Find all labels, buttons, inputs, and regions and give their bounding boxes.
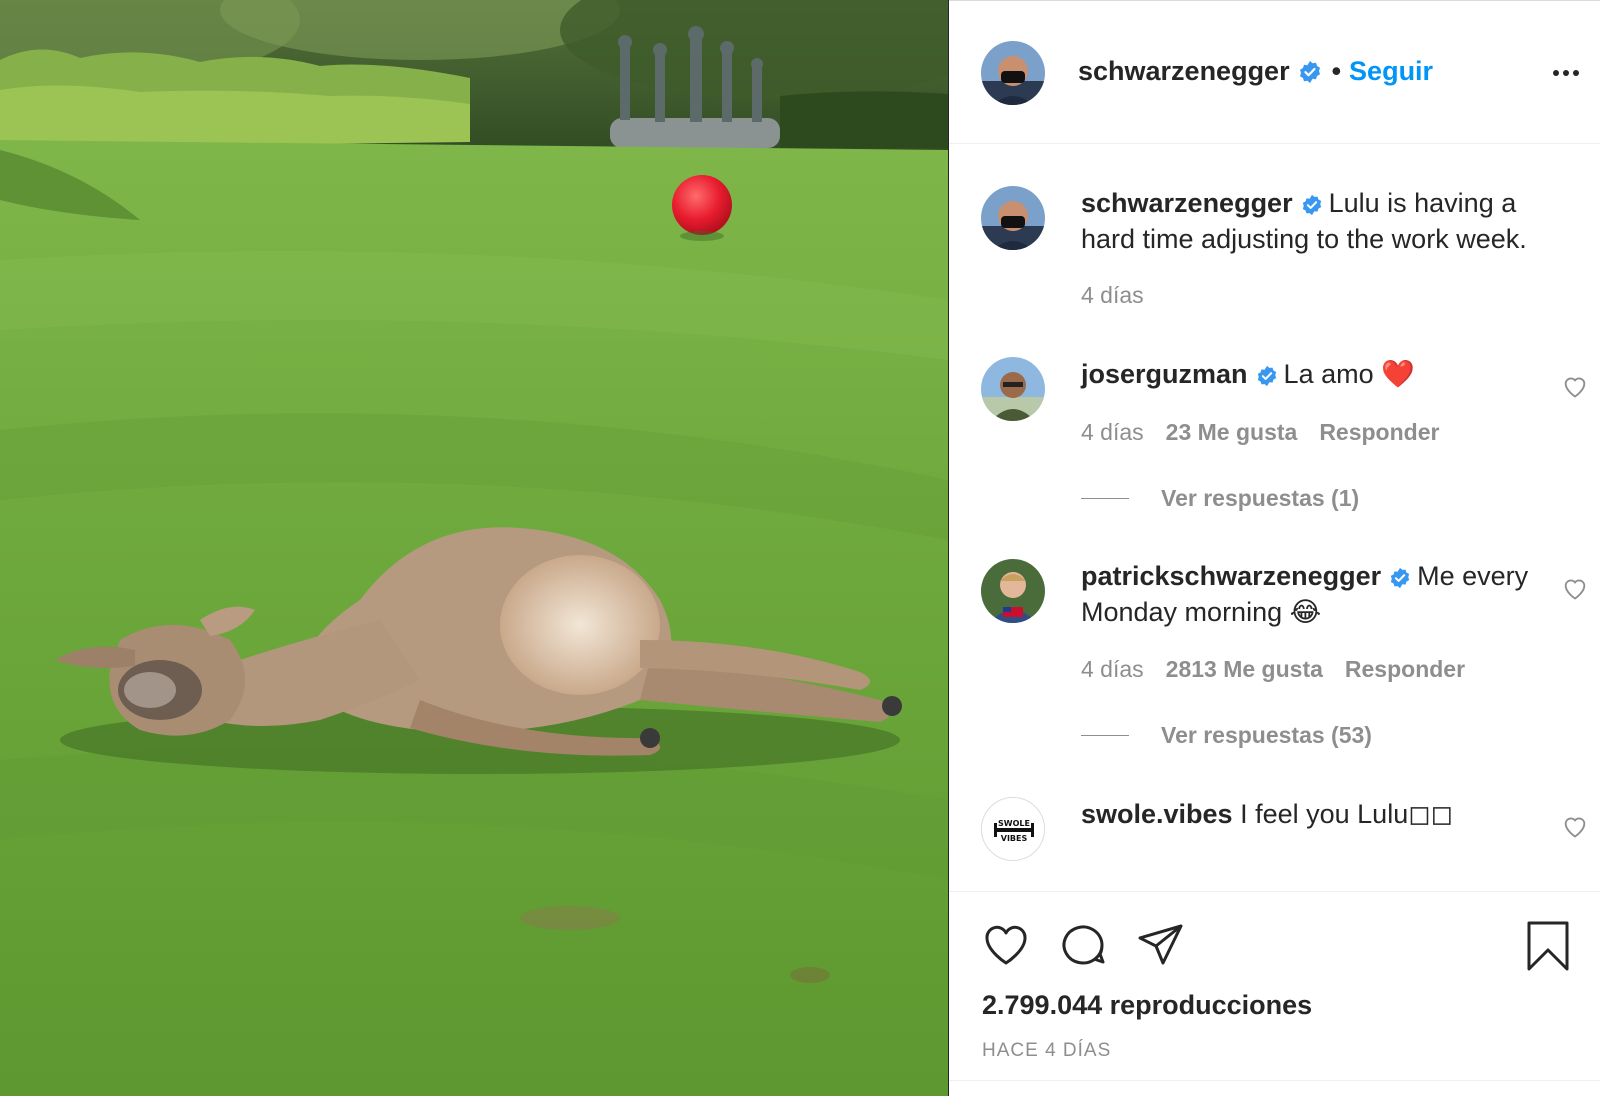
follow-button[interactable]: Seguir xyxy=(1349,56,1433,87)
author-username[interactable]: schwarzenegger xyxy=(1078,56,1290,87)
comment-username[interactable]: patrickschwarzenegger xyxy=(1081,561,1381,591)
red-heart-emoji: ❤️ xyxy=(1381,359,1415,389)
comment-time[interactable]: 4 días xyxy=(1081,656,1144,682)
comment-username[interactable]: swole.vibes xyxy=(1081,799,1233,829)
author-line: schwarzenegger • Seguir xyxy=(1078,56,1433,87)
commenter-avatar[interactable] xyxy=(981,357,1045,421)
comment-time[interactable]: 4 días xyxy=(1081,419,1144,445)
verified-badge-icon xyxy=(1389,567,1411,589)
reply-button[interactable]: Responder xyxy=(1345,656,1465,682)
comment-text-block: joserguzman La amo ❤️ xyxy=(1081,356,1541,392)
post-actions: 2.799.044 reproducciones HACE 4 DÍAS xyxy=(949,891,1600,1096)
verified-badge-icon xyxy=(1256,365,1278,387)
post-header: schwarzenegger • Seguir xyxy=(949,0,1600,144)
post-media[interactable] xyxy=(0,0,948,1096)
separator-dot: • xyxy=(1331,56,1342,86)
caption-author-avatar[interactable] xyxy=(981,186,1045,250)
commenter-avatar[interactable]: SWOLE VIBES xyxy=(981,797,1045,861)
view-replies-label: Ver respuestas (53) xyxy=(1161,722,1372,748)
replies-divider xyxy=(1081,735,1129,736)
comment-like-heart-icon[interactable] xyxy=(1561,812,1589,840)
reply-button[interactable]: Responder xyxy=(1319,419,1439,445)
comment-body: La amo xyxy=(1283,359,1374,389)
caption-username[interactable]: schwarzenegger xyxy=(1081,188,1293,218)
comment-likes[interactable]: 23 Me gusta xyxy=(1166,419,1298,445)
author-avatar[interactable] xyxy=(981,41,1045,105)
comment-text-block: patrickschwarzenegger Me every Monday mor… xyxy=(1081,558,1541,630)
verified-badge-icon xyxy=(1298,60,1322,84)
comment-bubble-icon[interactable] xyxy=(1057,919,1109,971)
caption-text-block: schwarzenegger Lulu is having a hard time… xyxy=(1081,185,1541,257)
comment-likes[interactable]: 2813 Me gusta xyxy=(1166,656,1323,682)
comment-meta: 4 días 2813 Me gusta Responder xyxy=(1081,656,1465,683)
replies-divider xyxy=(1081,498,1129,499)
heart-icon[interactable] xyxy=(980,919,1032,971)
verified-badge-icon xyxy=(1301,194,1323,216)
swole-vibes-logo-bottom: VIBES xyxy=(1001,834,1028,843)
paper-plane-icon[interactable] xyxy=(1135,919,1187,971)
post-side-panel: schwarzenegger • Seguir schwarzenegger L… xyxy=(948,0,1600,1096)
post-timestamp[interactable]: HACE 4 DÍAS xyxy=(982,1040,1111,1062)
laughing-tears-emoji: 😂 xyxy=(1289,597,1322,627)
more-options-icon[interactable] xyxy=(1546,58,1586,88)
view-replies-label: Ver respuestas (1) xyxy=(1161,485,1360,511)
bookmark-icon[interactable] xyxy=(1522,919,1574,971)
comment-like-heart-icon[interactable] xyxy=(1561,574,1589,602)
swole-vibes-logo-top: SWOLE xyxy=(998,819,1030,828)
comment-body: I feel you Lulu◻◻ xyxy=(1240,799,1454,829)
caption-timestamp[interactable]: 4 días xyxy=(1081,282,1144,309)
comments-list[interactable]: schwarzenegger Lulu is having a hard time… xyxy=(949,145,1600,891)
view-replies-button[interactable]: Ver respuestas (1) xyxy=(1081,485,1359,512)
view-count[interactable]: 2.799.044 reproducciones xyxy=(982,990,1312,1021)
view-replies-button[interactable]: Ver respuestas (53) xyxy=(1081,722,1372,749)
comment-username[interactable]: joserguzman xyxy=(1081,359,1248,389)
comment-like-heart-icon[interactable] xyxy=(1561,372,1589,400)
bottom-divider xyxy=(949,1080,1600,1081)
donkey-video-frame xyxy=(0,0,948,1096)
comment-text-block: swole.vibes I feel you Lulu◻◻ xyxy=(1081,796,1541,832)
comment-meta: 4 días 23 Me gusta Responder xyxy=(1081,419,1439,446)
commenter-avatar[interactable] xyxy=(981,559,1045,623)
